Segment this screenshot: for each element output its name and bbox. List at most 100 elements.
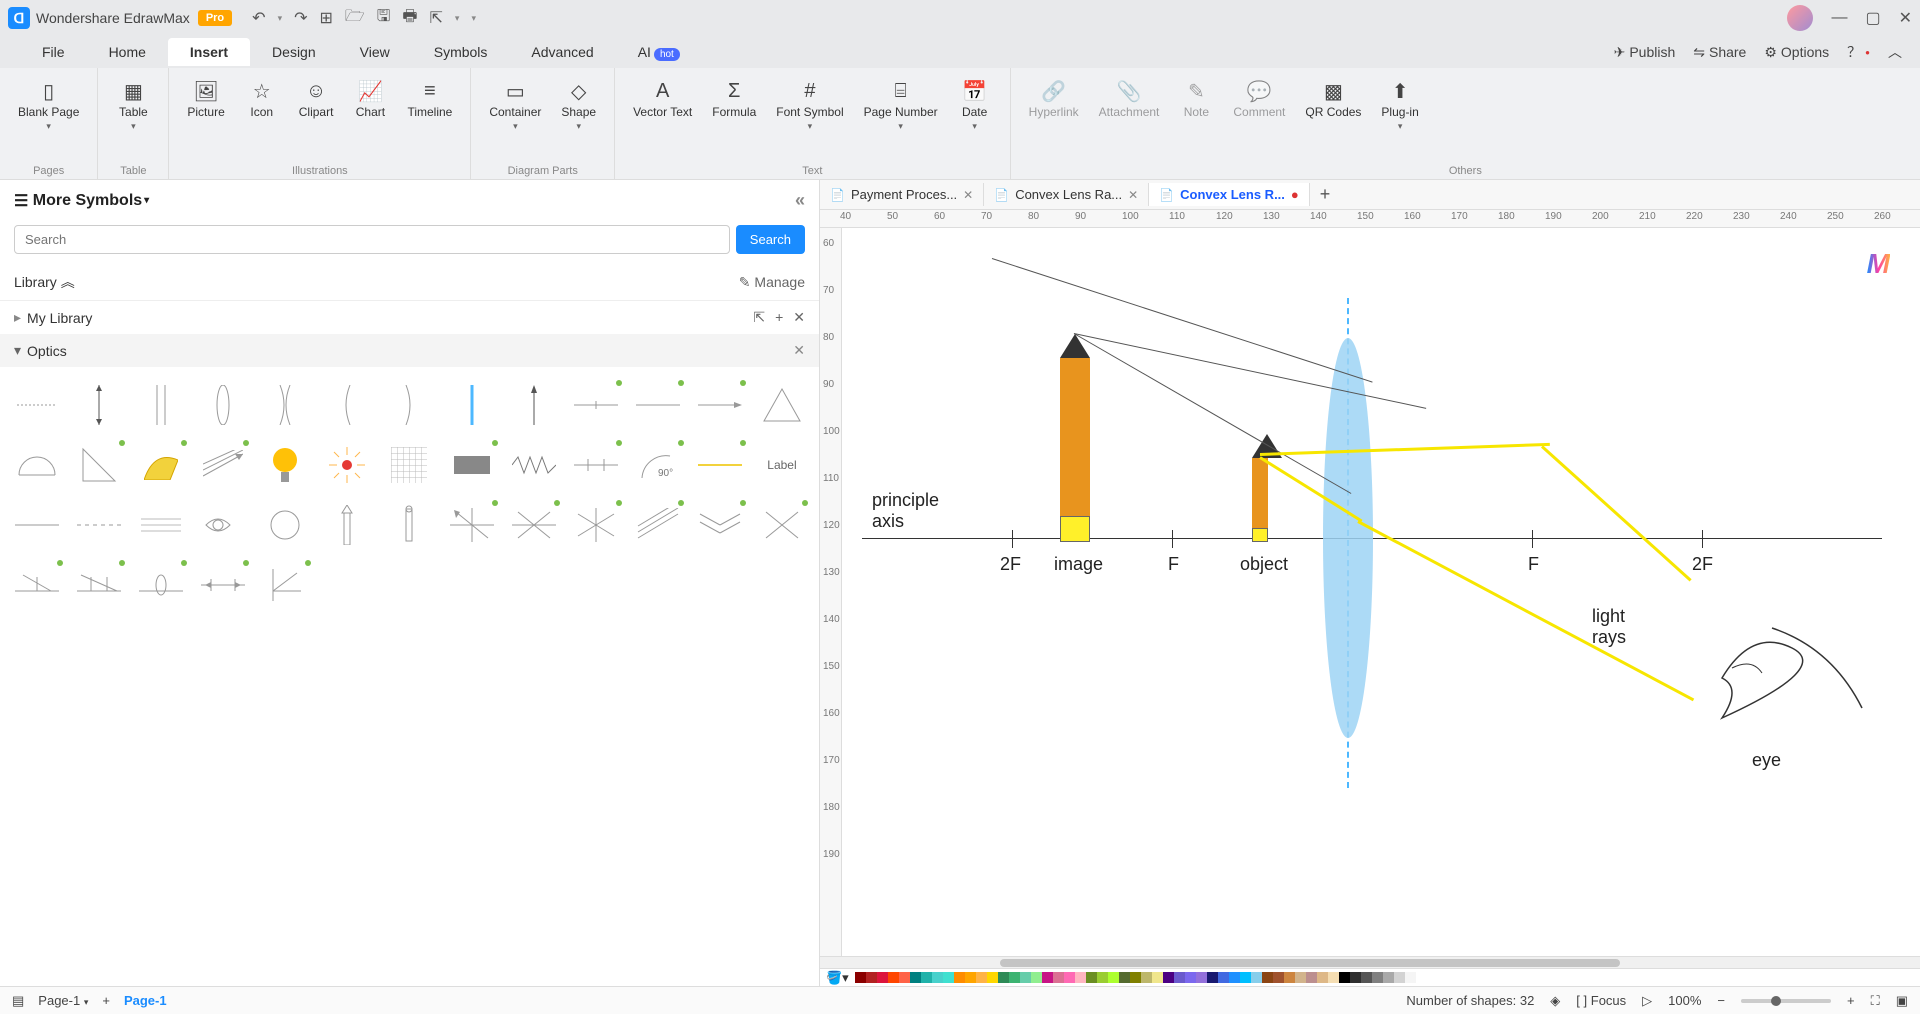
- symbol-item[interactable]: [380, 497, 438, 553]
- canvas[interactable]: M: [842, 228, 1920, 956]
- color-swatch[interactable]: [1152, 972, 1163, 983]
- menu-home[interactable]: Home: [87, 38, 168, 66]
- symbol-item[interactable]: Label: [753, 437, 811, 493]
- add-tab-button[interactable]: +: [1310, 180, 1341, 209]
- symbol-item[interactable]: [70, 377, 128, 433]
- vector-text-button[interactable]: AVector Text: [625, 74, 700, 123]
- symbol-item[interactable]: [132, 437, 190, 493]
- view-mode-icon[interactable]: ▤: [12, 993, 24, 1009]
- plugin-button[interactable]: ⬆Plug-in▾: [1373, 74, 1426, 136]
- qat-more[interactable]: ▾: [471, 13, 476, 24]
- doc-tab[interactable]: 📄Convex Lens Ra...✕: [984, 183, 1149, 206]
- color-swatch[interactable]: [1097, 972, 1108, 983]
- symbol-item[interactable]: [132, 497, 190, 553]
- publish-button[interactable]: ✈ Publish: [1614, 44, 1676, 61]
- optics-close-button[interactable]: ✕: [793, 342, 805, 359]
- qr-button[interactable]: ▩QR Codes: [1297, 74, 1369, 123]
- fit-button[interactable]: ⛶: [1871, 993, 1880, 1009]
- formula-button[interactable]: ΣFormula: [704, 74, 764, 123]
- menu-insert[interactable]: Insert: [168, 38, 250, 66]
- color-swatch[interactable]: [1361, 972, 1372, 983]
- page-number-button[interactable]: ⌸Page Number▾: [856, 74, 946, 136]
- horizontal-scrollbar[interactable]: [820, 956, 1920, 968]
- tab-close-button[interactable]: ✕: [963, 188, 973, 202]
- color-swatch[interactable]: [1273, 972, 1284, 983]
- symbol-item[interactable]: [691, 437, 749, 493]
- color-swatch[interactable]: [1185, 972, 1196, 983]
- menu-ai[interactable]: AIhot: [616, 38, 702, 66]
- color-swatch[interactable]: [1251, 972, 1262, 983]
- color-swatch[interactable]: [1394, 972, 1405, 983]
- color-swatch[interactable]: [1350, 972, 1361, 983]
- collapse-ribbon-button[interactable]: ︿: [1888, 42, 1902, 62]
- options-button[interactable]: ⚙ Options: [1764, 44, 1829, 61]
- color-swatch[interactable]: [1108, 972, 1119, 983]
- zoom-in-button[interactable]: +: [1847, 993, 1855, 1008]
- tab-close-button[interactable]: ✕: [1128, 188, 1138, 202]
- minimize-button[interactable]: —: [1831, 9, 1847, 27]
- symbol-item[interactable]: [194, 497, 252, 553]
- close-button[interactable]: ✕: [1899, 8, 1912, 28]
- color-swatch[interactable]: [1218, 972, 1229, 983]
- picture-button[interactable]: 🖼Picture: [179, 74, 232, 123]
- help-button[interactable]: ？●: [1847, 42, 1870, 62]
- new-button[interactable]: ⊞: [320, 8, 333, 28]
- color-swatch[interactable]: [1163, 972, 1174, 983]
- menu-advanced[interactable]: Advanced: [509, 38, 615, 66]
- color-swatch[interactable]: [1053, 972, 1064, 983]
- color-swatch[interactable]: [1317, 972, 1328, 983]
- blank-page-button[interactable]: ▯Blank Page▾: [10, 74, 87, 136]
- color-swatch[interactable]: [1174, 972, 1185, 983]
- symbol-item[interactable]: [132, 557, 190, 613]
- color-swatch[interactable]: [1295, 972, 1306, 983]
- save-button[interactable]: 🖫: [377, 5, 391, 32]
- color-swatch[interactable]: [976, 972, 987, 983]
- comment-button[interactable]: 💬Comment: [1225, 74, 1293, 123]
- symbol-item[interactable]: [194, 437, 252, 493]
- color-swatch[interactable]: [1328, 972, 1339, 983]
- shape-button[interactable]: ◇Shape▾: [553, 74, 604, 136]
- symbol-item[interactable]: [70, 557, 128, 613]
- color-swatch[interactable]: [1284, 972, 1295, 983]
- library-label[interactable]: Library: [14, 274, 57, 290]
- attachment-button[interactable]: 📎Attachment: [1091, 74, 1168, 123]
- avatar[interactable]: [1787, 5, 1813, 31]
- symbol-item[interactable]: [194, 557, 252, 613]
- zoom-slider[interactable]: [1741, 999, 1831, 1003]
- symbol-item[interactable]: [505, 437, 563, 493]
- redo-button[interactable]: ↷: [294, 8, 307, 28]
- table-button[interactable]: ▦Table▾: [108, 74, 158, 136]
- page-selector[interactable]: Page-1 ▾: [38, 993, 88, 1008]
- doc-tab[interactable]: 📄Payment Proces...✕: [820, 183, 984, 206]
- color-swatch[interactable]: [877, 972, 888, 983]
- color-swatch[interactable]: [1306, 972, 1317, 983]
- color-swatch[interactable]: [1229, 972, 1240, 983]
- color-swatch[interactable]: [965, 972, 976, 983]
- lib-import-button[interactable]: ⇱: [753, 309, 765, 326]
- collapse-panel-button[interactable]: «: [795, 190, 805, 211]
- note-button[interactable]: ✎Note: [1171, 74, 1221, 123]
- color-swatch[interactable]: [1207, 972, 1218, 983]
- menu-design[interactable]: Design: [250, 38, 338, 66]
- color-swatch[interactable]: [888, 972, 899, 983]
- color-swatch[interactable]: [1416, 972, 1427, 983]
- zoom-out-button[interactable]: −: [1717, 993, 1725, 1008]
- open-button[interactable]: 🗁: [345, 5, 365, 32]
- color-swatch[interactable]: [1020, 972, 1031, 983]
- color-swatch[interactable]: [1383, 972, 1394, 983]
- symbol-item[interactable]: [194, 377, 252, 433]
- symbol-item[interactable]: [691, 497, 749, 553]
- symbol-item[interactable]: [8, 377, 66, 433]
- symbol-item[interactable]: [629, 497, 687, 553]
- symbol-item[interactable]: [256, 377, 314, 433]
- color-swatch[interactable]: [1339, 972, 1350, 983]
- color-swatch[interactable]: [1130, 972, 1141, 983]
- chart-button[interactable]: 📈Chart: [345, 74, 395, 123]
- symbol-item[interactable]: [380, 437, 438, 493]
- symbol-item[interactable]: [8, 437, 66, 493]
- color-swatch[interactable]: [921, 972, 932, 983]
- my-library-item[interactable]: My Library: [27, 310, 92, 326]
- color-swatch[interactable]: [1064, 972, 1075, 983]
- symbol-item[interactable]: [753, 377, 811, 433]
- manage-link[interactable]: ✎ Manage: [739, 274, 805, 291]
